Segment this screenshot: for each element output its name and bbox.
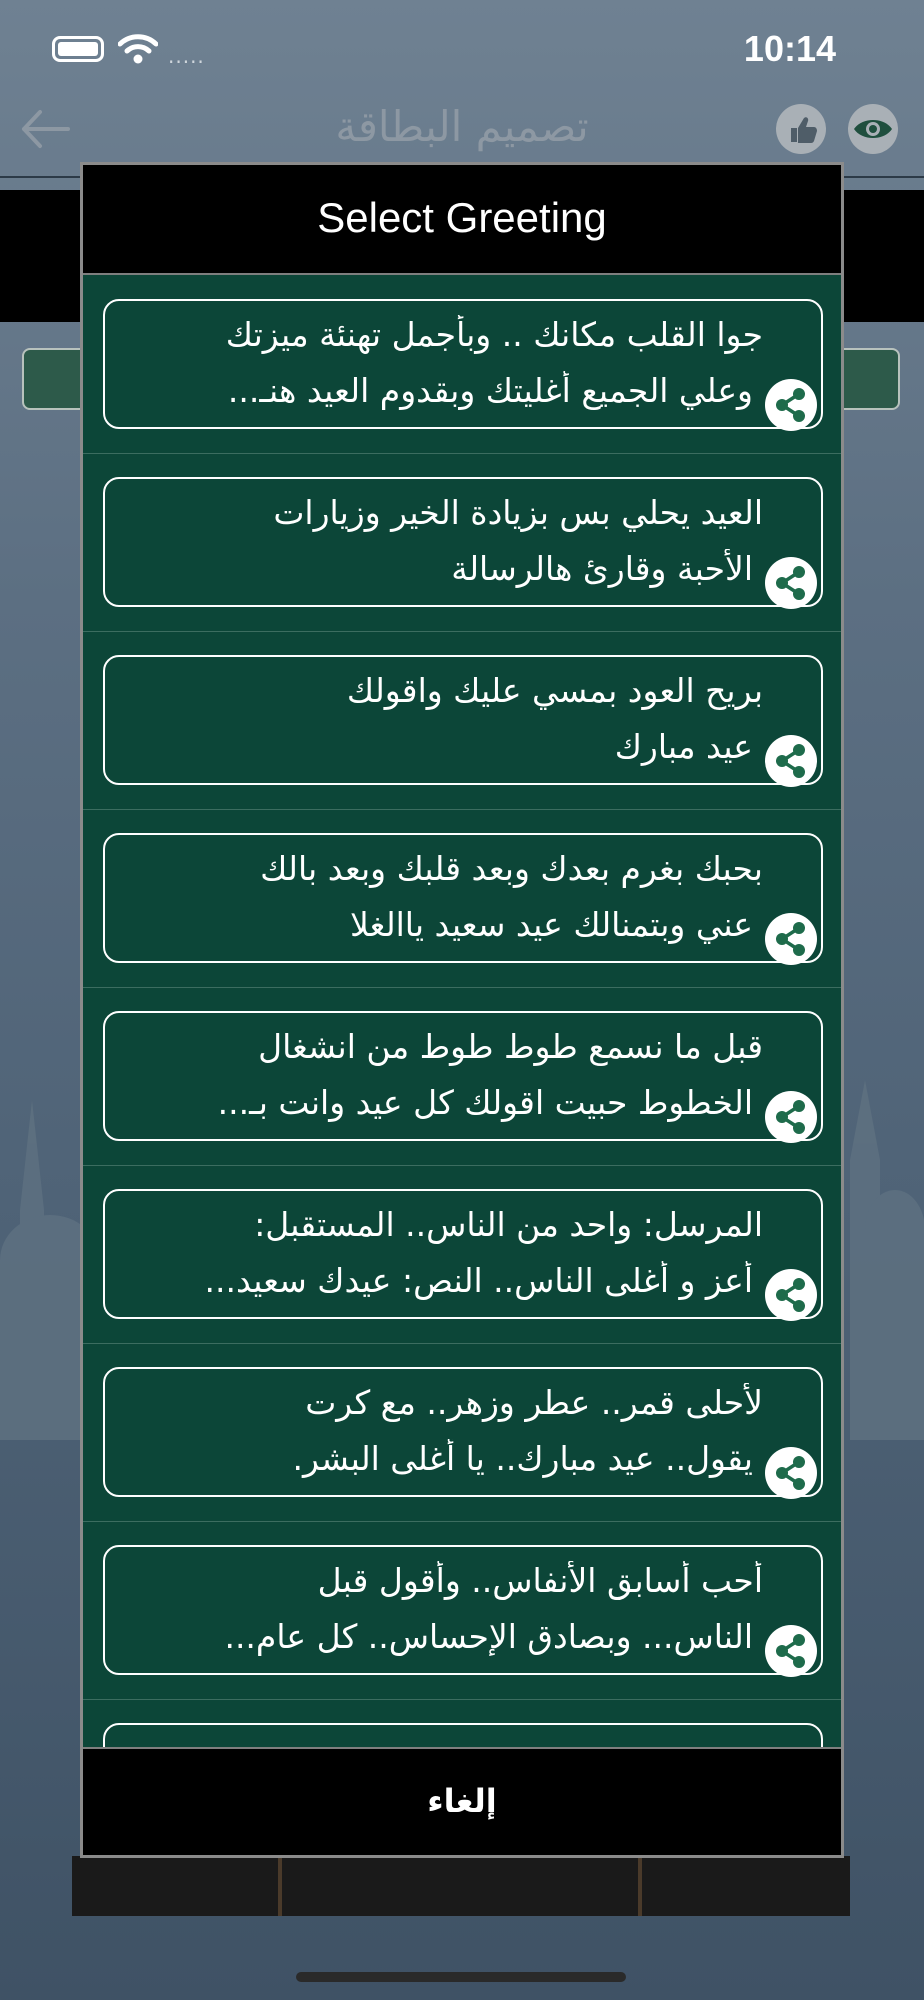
share-icon[interactable] xyxy=(765,1269,817,1321)
list-item[interactable]: بريح العود بمسي عليك واقولك عيد مبارك xyxy=(83,631,841,810)
greeting-card[interactable]: العيد يحلي بس بزيادة الخير وزيارات الأحب… xyxy=(103,477,823,609)
greeting-line-2: وعلي الجميع أغليتك وبقدوم العيد هنـ... xyxy=(227,371,753,410)
share-icon[interactable] xyxy=(765,913,817,965)
share-icon[interactable] xyxy=(765,1625,817,1677)
greeting-line-1: المرسل: واحد من الناس.. المستقبل: xyxy=(254,1205,763,1244)
share-icon[interactable] xyxy=(765,735,817,787)
greeting-line-1: قبل ما نسمع طوط طوط من انشغال xyxy=(258,1027,763,1066)
list-item[interactable]: أحب أسابق الأنفاس.. وأقول قبل الناس... و… xyxy=(83,1521,841,1700)
greeting-card[interactable]: أحب أسابق الأنفاس.. وأقول قبل الناس... و… xyxy=(103,1545,823,1677)
list-item[interactable]: قبل ما نسمع طوط طوط من انشغال الخطوط حبي… xyxy=(83,987,841,1166)
greeting-list[interactable]: جوا القلب مكانك .. وبأجمل تهنئة ميزتك وع… xyxy=(83,275,841,1855)
list-item[interactable]: المرسل: واحد من الناس.. المستقبل: أعز و … xyxy=(83,1165,841,1344)
share-icon[interactable] xyxy=(765,1447,817,1499)
bottom-thumbnail-strip xyxy=(72,1856,850,1916)
greeting-line-2: عني وبتمنالك عيد سعيد ياالغلا xyxy=(349,905,753,944)
share-icon[interactable] xyxy=(765,557,817,609)
greeting-line-2: الخطوط حبيت اقولك كل عيد وانت بـ... xyxy=(217,1083,753,1122)
greeting-line-2: الناس... وبصادق الإحساس.. كل عام... xyxy=(224,1617,753,1656)
greeting-card[interactable]: لأحلى قمر.. عطر وزهر.. مع كرت يقول.. عيد… xyxy=(103,1367,823,1499)
greeting-line-1: بريح العود بمسي عليك واقولك xyxy=(346,671,763,710)
greeting-line-1: بحبك بغرم بعدك وبعد قلبك وبعد بالك xyxy=(260,849,763,888)
list-item[interactable]: جوا القلب مكانك .. وبأجمل تهنئة ميزتك وع… xyxy=(83,275,841,454)
list-item[interactable]: العيد يحلي بس بزيادة الخير وزيارات الأحب… xyxy=(83,453,841,632)
greeting-line-2: الأحبة وقارئ هالرسالة xyxy=(451,549,753,588)
greeting-card[interactable]: المرسل: واحد من الناس.. المستقبل: أعز و … xyxy=(103,1189,823,1321)
greeting-line-2: عيد مبارك xyxy=(614,727,753,766)
list-item[interactable]: لأحلى قمر.. عطر وزهر.. مع كرت يقول.. عيد… xyxy=(83,1343,841,1522)
list-item[interactable]: بحبك بغرم بعدك وبعد قلبك وبعد بالك عني و… xyxy=(83,809,841,988)
dialog-title: Select Greeting xyxy=(83,165,841,275)
thumbs-up-icon[interactable] xyxy=(776,104,826,154)
carrier-dots: ..... xyxy=(168,44,205,68)
battery-icon xyxy=(52,36,104,62)
cancel-button[interactable]: إلغاء xyxy=(83,1747,841,1855)
greeting-dialog: Select Greeting جوا القلب مكانك .. وبأجم… xyxy=(80,162,844,1858)
wifi-icon xyxy=(118,34,158,64)
greeting-card[interactable]: جوا القلب مكانك .. وبأجمل تهنئة ميزتك وع… xyxy=(103,299,823,431)
greeting-line-1: جوا القلب مكانك .. وبأجمل تهنئة ميزتك xyxy=(225,315,763,354)
status-bar: ..... 10:14 xyxy=(0,0,924,100)
home-indicator xyxy=(296,1972,626,1982)
greeting-line-2: يقول.. عيد مبارك.. يا أغلى البشر. xyxy=(292,1439,753,1478)
share-icon[interactable] xyxy=(765,1091,817,1143)
greeting-line-1: أحب أسابق الأنفاس.. وأقول قبل xyxy=(317,1561,763,1600)
greeting-card[interactable]: بريح العود بمسي عليك واقولك عيد مبارك xyxy=(103,655,823,787)
greeting-line-1: العيد يحلي بس بزيادة الخير وزيارات xyxy=(273,493,763,532)
greeting-line-1: لأحلى قمر.. عطر وزهر.. مع كرت xyxy=(305,1383,763,1422)
eye-icon[interactable] xyxy=(848,104,898,154)
greeting-card[interactable]: قبل ما نسمع طوط طوط من انشغال الخطوط حبي… xyxy=(103,1011,823,1143)
greeting-card[interactable]: بحبك بغرم بعدك وبعد قلبك وبعد بالك عني و… xyxy=(103,833,823,965)
share-icon[interactable] xyxy=(765,379,817,431)
status-time: 10:14 xyxy=(743,28,836,69)
greeting-line-2: أعز و أغلى الناس.. النص: عيدك سعيد... xyxy=(204,1261,753,1300)
